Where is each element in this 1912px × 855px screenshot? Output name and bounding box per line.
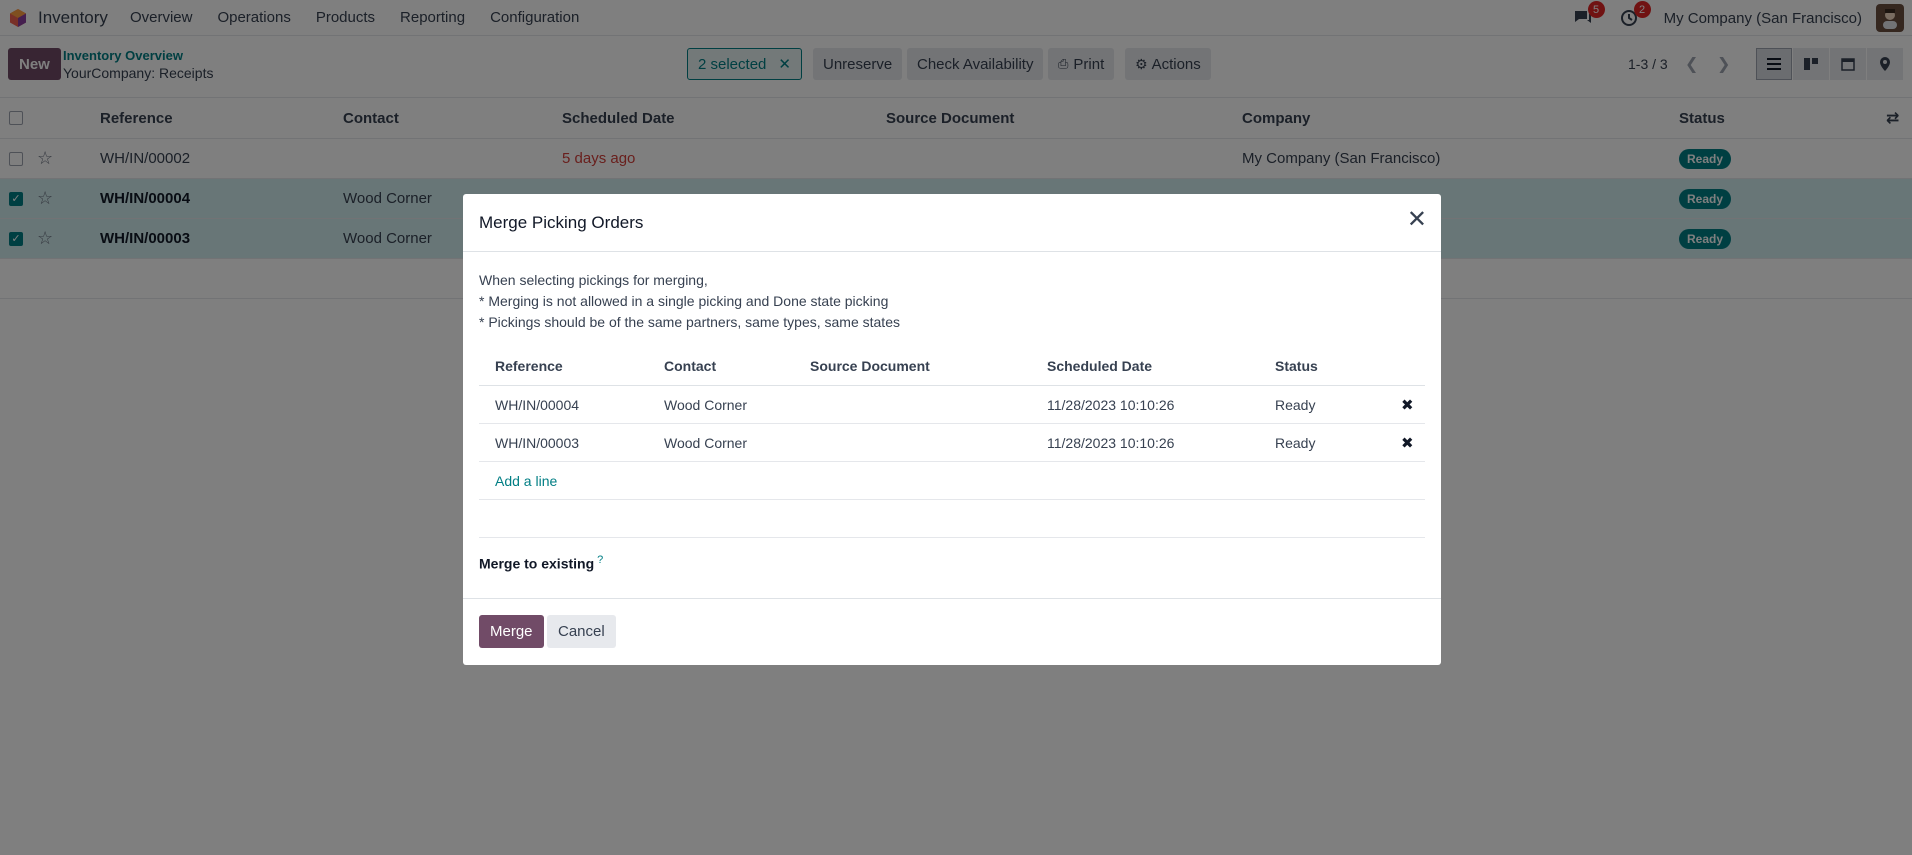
- merge-button[interactable]: Merge: [479, 615, 544, 648]
- dialog-footer: Merge Cancel: [463, 598, 1441, 665]
- picking-status: Ready: [1275, 396, 1316, 413]
- remove-line-icon[interactable]: ✖: [1401, 386, 1414, 423]
- merge-to-existing-label: Merge to existing?: [479, 554, 603, 572]
- picking-row[interactable]: WH/IN/00003 Wood Corner 11/28/2023 10:10…: [479, 424, 1425, 462]
- picking-reference: WH/IN/00003: [495, 434, 580, 451]
- info-line: When selecting pickings for merging,: [479, 272, 708, 288]
- picking-scheduled-date: 11/28/2023 10:10:26: [1047, 434, 1175, 451]
- picking-scheduled-date: 11/28/2023 10:10:26: [1047, 396, 1175, 413]
- info-line: * Pickings should be of the same partner…: [479, 314, 900, 330]
- close-icon[interactable]: ✕: [1407, 208, 1427, 232]
- info-line: * Merging is not allowed in a single pic…: [479, 293, 889, 309]
- dialog-header: Merge Picking Orders ✕: [463, 194, 1441, 252]
- dialog-title: Merge Picking Orders: [479, 213, 644, 232]
- remove-line-icon[interactable]: ✖: [1401, 424, 1414, 461]
- add-line-row: Add a line: [479, 462, 1425, 500]
- merge-existing-text: Merge to existing: [479, 555, 595, 572]
- col-reference: Reference: [495, 357, 563, 374]
- picking-status: Ready: [1275, 434, 1316, 451]
- empty-row: [479, 500, 1425, 538]
- picking-contact: Wood Corner: [664, 434, 748, 451]
- merge-info: When selecting pickings for merging, * M…: [479, 270, 900, 333]
- pickings-table-header: Reference Contact Source Document Schedu…: [479, 346, 1425, 386]
- pickings-table: Reference Contact Source Document Schedu…: [479, 346, 1425, 538]
- add-line-link[interactable]: Add a line: [495, 462, 557, 499]
- col-scheduled-date: Scheduled Date: [1047, 357, 1153, 374]
- picking-contact: Wood Corner: [664, 396, 748, 413]
- help-tooltip-icon[interactable]: ?: [597, 554, 603, 566]
- col-contact: Contact: [664, 357, 717, 374]
- col-status: Status: [1275, 357, 1318, 374]
- col-source-document: Source Document: [810, 357, 930, 374]
- picking-reference: WH/IN/00004: [495, 396, 580, 413]
- merge-picking-dialog: Merge Picking Orders ✕ When selecting pi…: [463, 194, 1441, 665]
- picking-row[interactable]: WH/IN/00004 Wood Corner 11/28/2023 10:10…: [479, 386, 1425, 424]
- cancel-button[interactable]: Cancel: [547, 615, 616, 648]
